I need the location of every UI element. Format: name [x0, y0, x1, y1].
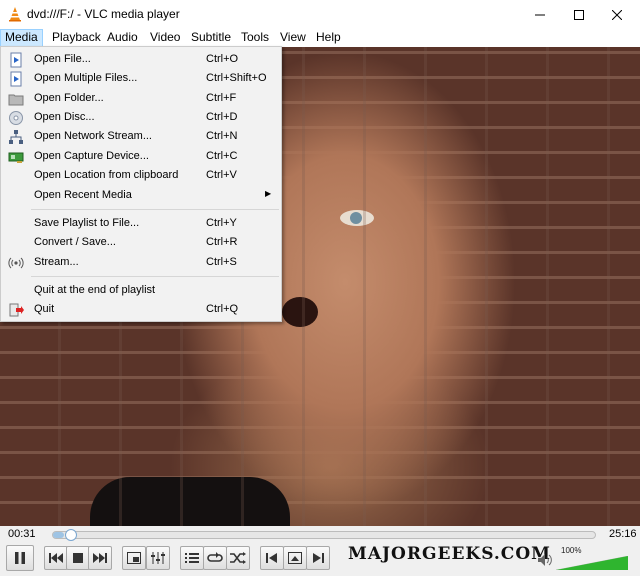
- elapsed-time: 00:31: [8, 528, 36, 540]
- menu-audio[interactable]: Audio: [103, 29, 142, 47]
- loop-icon: [207, 552, 223, 562]
- shuffle-button[interactable]: [226, 546, 250, 570]
- menu-separator: [31, 276, 279, 277]
- volume-percent: 100%: [561, 546, 582, 555]
- window-title: dvd:///F:/ - VLC media player: [27, 7, 180, 21]
- menu-help[interactable]: Help: [312, 29, 345, 47]
- menu-save-playlist[interactable]: Save Playlist to File... Ctrl+Y: [2, 214, 280, 233]
- menu-open-network-stream[interactable]: Open Network Stream... Ctrl+N: [2, 127, 280, 146]
- snapshot-button[interactable]: [283, 546, 307, 570]
- menu-playback[interactable]: Playback: [48, 29, 105, 47]
- video-frame-detail: [340, 210, 374, 226]
- vlc-cone-icon: [9, 7, 21, 22]
- menu-subtitle[interactable]: Subtitle: [187, 29, 235, 47]
- network-icon: [9, 130, 23, 144]
- menu-video[interactable]: Video: [146, 29, 184, 47]
- menu-view[interactable]: View: [276, 29, 310, 47]
- volume-speaker-icon[interactable]: [537, 552, 553, 568]
- menu-bar: Media Playback Audio Video Subtitle Tool…: [0, 29, 640, 47]
- disc-icon: [9, 111, 23, 125]
- loop-button[interactable]: [203, 546, 227, 570]
- video-frame-detail: [282, 297, 318, 327]
- menu-open-capture-device[interactable]: Open Capture Device... Ctrl+C: [2, 147, 280, 166]
- frame-back-icon: [266, 553, 277, 563]
- next-button[interactable]: [88, 546, 112, 570]
- seek-progress: [53, 532, 64, 538]
- pause-icon: [15, 552, 25, 564]
- seek-slider[interactable]: [52, 531, 596, 539]
- minimize-icon: [535, 14, 545, 15]
- maximize-icon: [574, 9, 584, 20]
- menu-open-disc[interactable]: Open Disc... Ctrl+D: [2, 108, 280, 127]
- playlist-button[interactable]: [180, 546, 204, 570]
- pause-button[interactable]: [6, 545, 34, 571]
- open-file-icon: [10, 52, 22, 68]
- menu-tools[interactable]: Tools: [237, 29, 273, 47]
- menu-open-folder[interactable]: Open Folder... Ctrl+F: [2, 89, 280, 108]
- volume-slider[interactable]: [556, 556, 628, 570]
- frame-back-button[interactable]: [260, 546, 284, 570]
- seek-handle[interactable]: [65, 529, 77, 541]
- menu-separator: [31, 209, 279, 210]
- close-button[interactable]: [594, 0, 640, 29]
- close-icon: [612, 9, 622, 20]
- stop-icon: [73, 553, 83, 563]
- previous-icon: [49, 553, 63, 563]
- snapshot-icon: [288, 552, 302, 564]
- menu-open-recent-media[interactable]: Open Recent Media ▶: [2, 186, 280, 205]
- playlist-icon: [185, 553, 199, 563]
- media-menu: Open File... Ctrl+O Open Multiple Files.…: [0, 46, 282, 322]
- watermark-text: MAJORGEEKS.COM: [348, 544, 551, 564]
- total-time: 25:16: [609, 528, 637, 540]
- stop-button[interactable]: [66, 546, 90, 570]
- previous-button[interactable]: [44, 546, 68, 570]
- menu-stream[interactable]: Stream... Ctrl+S: [2, 253, 280, 272]
- next-icon: [93, 553, 107, 563]
- stream-icon: [8, 257, 24, 269]
- quit-icon: [9, 303, 24, 317]
- folder-icon: [8, 94, 24, 106]
- capture-card-icon: [8, 152, 24, 163]
- frame-forward-icon: [313, 553, 324, 563]
- seek-row: 00:31 25:16: [0, 526, 640, 543]
- equalizer-icon: [151, 552, 165, 564]
- menu-open-location-clipboard[interactable]: Open Location from clipboard Ctrl+V: [2, 166, 280, 185]
- controls-bar: MAJORGEEKS.COM 100%: [0, 543, 640, 576]
- menu-media[interactable]: Media: [0, 29, 43, 47]
- menu-convert-save[interactable]: Convert / Save... Ctrl+R: [2, 233, 280, 252]
- menu-open-multiple-files[interactable]: Open Multiple Files... Ctrl+Shift+O: [2, 69, 280, 88]
- menu-open-file[interactable]: Open File... Ctrl+O: [2, 50, 280, 69]
- fullscreen-button[interactable]: [122, 546, 146, 570]
- fullscreen-icon: [127, 552, 141, 564]
- frame-forward-button[interactable]: [306, 546, 330, 570]
- menu-quit[interactable]: Quit Ctrl+Q: [2, 300, 280, 319]
- title-bar: dvd:///F:/ - VLC media player: [0, 0, 640, 29]
- submenu-arrow-icon: ▶: [265, 189, 272, 198]
- menu-quit-end-playlist[interactable]: Quit at the end of playlist: [2, 281, 280, 300]
- extended-settings-button[interactable]: [146, 546, 170, 570]
- shuffle-icon: [230, 552, 246, 564]
- open-multiple-files-icon: [10, 71, 22, 87]
- video-frame-detail: [90, 477, 290, 526]
